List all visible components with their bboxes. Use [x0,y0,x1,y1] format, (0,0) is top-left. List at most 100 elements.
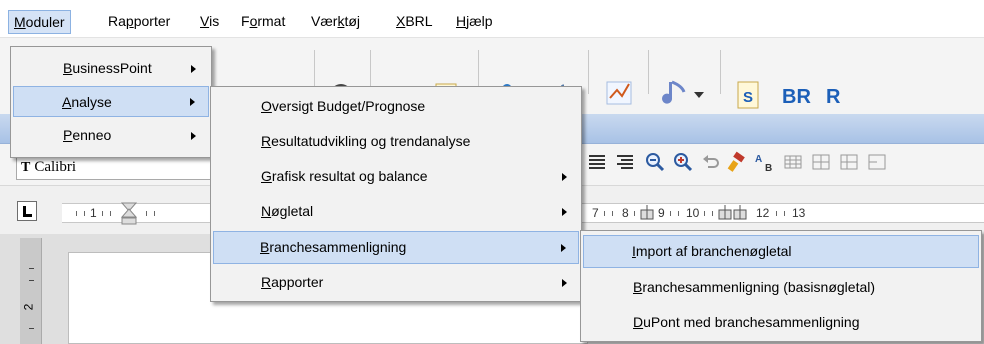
ruler-tick [110,211,111,216]
menu-moduler[interactable]: Moduler [8,10,71,34]
split-cells-icon[interactable] [838,151,860,173]
ruler-number: 7 [592,206,599,220]
ruler-tick [29,268,34,269]
replace-icon[interactable]: AB [754,151,776,173]
menu-item-label-key: R [261,133,272,149]
ruler-number: 13 [792,206,806,220]
tab-stop-selector[interactable] [17,201,37,221]
menu-label: oduler [25,14,65,30]
music-note-icon[interactable] [660,78,690,108]
menu-label-key: p [125,13,134,29]
undo-icon[interactable] [700,151,722,173]
r-button[interactable]: R [826,86,840,109]
moduler-menu: BusinessPoint Analyse Penneo [10,46,212,158]
menu-item-analyse[interactable]: Analyse [13,86,209,117]
left-tab-icon [23,206,32,217]
ruler-tick [29,328,34,329]
menu-xbrl[interactable]: XBRL [391,10,438,34]
menu-hjaelp[interactable]: Hjælp [451,10,498,34]
tab-marker-icon[interactable] [718,204,748,222]
submenu-arrow-icon [562,173,567,181]
analyse-submenu: Oversigt Budget/Prognose Resultatudvikli… [210,86,582,302]
menu-item-label-key: B [260,239,270,255]
menu-item-branchesammenligning[interactable]: Branchesammenligning [213,231,579,264]
ruler-number: 1 [90,206,97,220]
menu-label: Vær [311,13,338,29]
menu-item-branche-basis[interactable]: Branchesammenligning (basisnøgletal) [583,272,979,303]
zoom-in-icon[interactable] [672,151,694,173]
svg-text:B: B [765,163,772,173]
indent-marker-icon[interactable] [120,202,138,226]
toolbar-separator [648,50,649,94]
menu-item-label-key: G [261,168,272,184]
menu-item-label: mport af branchenøgletal [635,243,792,259]
ruler-tick [146,211,147,216]
menu-item-import-branchenoegletal[interactable]: Import af branchenøgletal [583,235,979,268]
submenu-arrow-icon [191,132,196,140]
menu-item-label: versigt Budget/Prognose [271,98,426,114]
branche-submenu: Import af branchenøgletal Branchesammenl… [580,230,982,342]
menu-vaerktoej[interactable]: Værktøj [306,10,365,34]
menu-item-label-key: B [63,60,73,76]
insert-table-icon[interactable] [810,151,832,173]
toolbar-separator [588,50,589,94]
submenu-arrow-icon [561,244,566,252]
menu-item-label-key: O [261,98,272,114]
font-type-icon: T [21,160,31,175]
ruler-number: 8 [622,206,629,220]
menu-item-label: esultatudvikling og trendanalyse [271,133,471,149]
align-right-icon[interactable] [614,151,636,173]
menu-item-rapporter[interactable]: Rapporter [213,267,579,298]
document-s-label: S [743,89,753,106]
chevron-down-icon[interactable] [694,92,704,98]
ruler-tick [102,211,103,216]
menu-rapporter[interactable]: Rapporter [103,10,175,34]
menu-label-key: X [396,13,406,29]
toolbar-separator [720,50,721,94]
menu-item-businesspoint[interactable]: BusinessPoint [13,53,209,84]
menu-item-label-key: B [633,279,643,295]
menu-label: rmat [257,13,286,29]
menu-format[interactable]: Format [236,10,290,34]
zoom-out-icon[interactable] [644,151,666,173]
align-justify-icon[interactable] [586,151,608,173]
menu-bar: Moduler Rapporter Vis Format Værktøj XBR… [0,0,984,38]
menu-label: porter [133,13,171,29]
chart-check-icon[interactable] [604,78,634,108]
ruler-tick [784,211,785,216]
document-s-icon[interactable]: S [734,80,764,110]
format-painter-icon[interactable] [726,151,748,173]
menu-item-resultatudvikling[interactable]: Resultatudvikling og trendanalyse [213,126,579,157]
br-button[interactable]: BR [782,86,811,109]
menu-item-noegletal[interactable]: Nøgletal [213,196,579,227]
menu-label: jælp [466,13,493,29]
menu-vis[interactable]: Vis [195,10,224,34]
ruler-tick [678,211,679,216]
ruler-tick [704,211,705,216]
menu-item-label: øgletal [271,203,314,219]
ruler-number: 9 [658,206,665,220]
menu-item-grafisk-resultat[interactable]: Grafisk resultat og balance [213,161,579,192]
table-icon[interactable] [782,151,804,173]
ruler-tick [154,211,155,216]
submenu-arrow-icon [190,98,195,106]
menu-item-penneo[interactable]: Penneo [13,120,209,151]
menu-item-label: apporter [271,274,324,290]
tab-marker-icon[interactable] [640,204,654,222]
vertical-ruler[interactable]: 2 [20,238,42,344]
menu-item-dupont[interactable]: DuPont med branchesammenligning [583,307,979,338]
menu-item-label: ranchesammenligning [269,239,407,255]
menu-label-key: V [200,13,210,29]
submenu-arrow-icon [562,208,567,216]
menu-item-label-key: R [261,274,272,290]
ruler-tick [634,211,635,216]
menu-item-oversigt-budget[interactable]: Oversigt Budget/Prognose [213,91,579,122]
menu-item-label: ranchesammenligning (basisnøgletal) [642,279,876,295]
ruler-tick [29,280,34,281]
merge-cells-icon[interactable] [866,151,888,173]
ruler-tick [604,211,605,216]
menu-label-key: H [456,13,467,29]
menu-item-label-key: N [261,203,272,219]
submenu-arrow-icon [191,65,196,73]
ruler-number: 10 [686,206,700,220]
